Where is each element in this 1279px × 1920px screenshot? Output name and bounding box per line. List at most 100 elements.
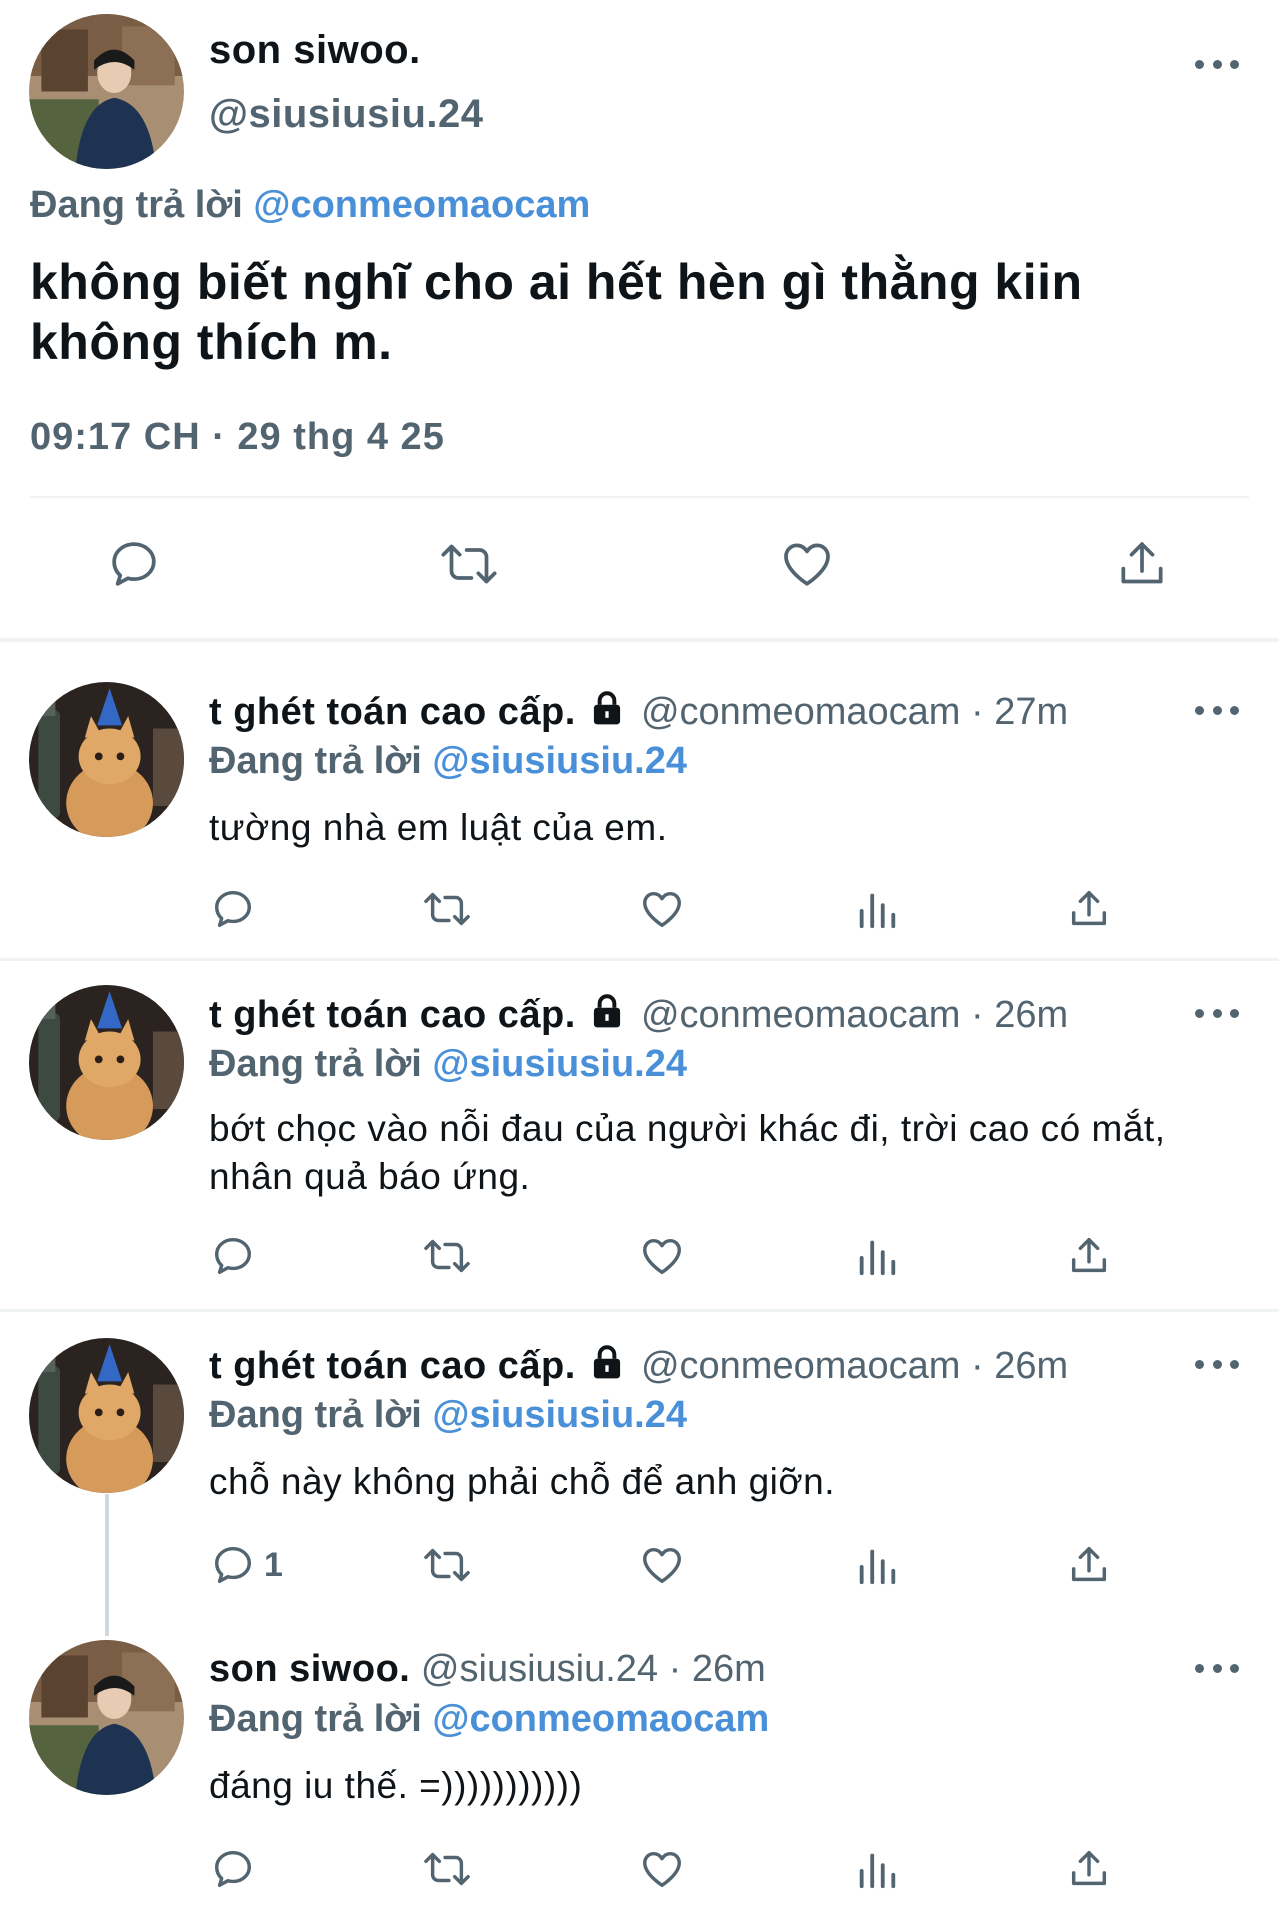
reply-header: t ghét toán cao cấp. @conmeomaocam · 26m: [209, 993, 1068, 1037]
share-button[interactable]: [1066, 1542, 1112, 1588]
views-button[interactable]: [854, 1542, 900, 1588]
retweet-button[interactable]: [436, 536, 502, 592]
more-icon[interactable]: [1195, 1354, 1239, 1374]
reply-actions: [0, 1229, 1279, 1289]
lock-icon: [594, 994, 621, 1028]
reply-actions: [0, 882, 1279, 942]
share-button[interactable]: [1114, 536, 1170, 592]
like-button[interactable]: [778, 536, 836, 592]
lock-icon: [594, 1345, 621, 1379]
author-handle-time[interactable]: @conmeomaocam · 27m: [641, 691, 1068, 733]
avatar[interactable]: [29, 682, 184, 837]
author-name[interactable]: t ghét toán cao cấp.: [209, 994, 576, 1036]
share-button[interactable]: [1066, 1233, 1112, 1279]
reply-text: chỗ này không phải chỗ để anh giỡn.: [209, 1461, 835, 1502]
more-icon[interactable]: [1195, 54, 1239, 74]
replying-to: Đang trả lời @siusiusiu.24: [209, 1394, 687, 1437]
reply-header: t ghét toán cao cấp. @conmeomaocam · 27m: [209, 690, 1068, 734]
replying-prefix: Đang trả lời: [209, 1043, 422, 1085]
retweet-icon: [441, 544, 497, 584]
like-button[interactable]: [638, 1542, 686, 1588]
replying-prefix: Đang trả lời: [209, 1394, 422, 1436]
reply-tweet: t ghét toán cao cấp. @conmeomaocam · 26m…: [0, 1312, 1279, 1642]
retweet-button[interactable]: [420, 1542, 474, 1588]
reply-count: 1: [264, 1545, 283, 1584]
avatar[interactable]: [29, 985, 184, 1140]
retweet-icon: [424, 1548, 470, 1582]
reply-icon: [214, 890, 252, 928]
share-button[interactable]: [1066, 886, 1112, 932]
replying-prefix: Đang trả lời: [209, 1698, 422, 1740]
reply-icon: [214, 1850, 252, 1888]
like-button[interactable]: [638, 886, 686, 932]
replying-mention[interactable]: @siusiusiu.24: [432, 740, 687, 782]
author-handle[interactable]: @siusiusiu.24: [209, 92, 484, 137]
reply-button[interactable]: 1: [210, 1542, 283, 1588]
reply-tweet: t ghét toán cao cấp. @conmeomaocam · 27m…: [0, 642, 1279, 960]
more-icon[interactable]: [1195, 700, 1239, 720]
avatar[interactable]: [29, 1640, 184, 1795]
avatar-image-cat: [29, 1338, 184, 1493]
tweet-text-line: không thích m.: [30, 314, 393, 370]
retweet-icon: [424, 892, 470, 926]
reply-icon: [214, 1546, 252, 1584]
reply-actions: 1: [0, 1538, 1279, 1598]
tweet-actions: [0, 530, 1279, 610]
more-icon[interactable]: [1195, 1003, 1239, 1023]
author-name[interactable]: son siwoo.: [209, 1648, 410, 1690]
retweet-icon: [424, 1852, 470, 1886]
heart-icon: [784, 543, 830, 586]
like-button[interactable]: [638, 1233, 686, 1279]
replying-prefix: Đang trả lời: [30, 184, 243, 226]
heart-icon: [643, 1547, 681, 1584]
reply-icon: [214, 1237, 252, 1275]
views-button[interactable]: [854, 886, 900, 932]
author-handle-time[interactable]: @siusiusiu.24 · 26m: [421, 1648, 766, 1690]
divider: [30, 496, 1249, 498]
avatar[interactable]: [29, 1338, 184, 1493]
reply-button[interactable]: [106, 536, 162, 592]
views-icon: [859, 1853, 896, 1889]
reply-button[interactable]: [210, 1233, 264, 1279]
author-name[interactable]: son siwoo.: [209, 28, 421, 73]
share-icon: [1071, 1237, 1107, 1273]
lock-icon: [594, 691, 621, 725]
share-icon: [1071, 1850, 1107, 1886]
replying-to: Đang trả lời @siusiusiu.24: [209, 740, 687, 783]
reply-button[interactable]: [210, 886, 264, 932]
tweet-timestamp[interactable]: 09:17 CH · 29 thg 4 25: [30, 416, 445, 459]
avatar-image-cat: [29, 985, 184, 1140]
reply-text: bớt chọc vào nỗi đau của người khác đi, …: [209, 1108, 1166, 1197]
main-tweet: son siwoo. @siusiusiu.24 Đang trả lời @c…: [0, 0, 1279, 640]
views-button[interactable]: [854, 1233, 900, 1279]
retweet-button[interactable]: [420, 886, 474, 932]
avatar-image-person: [29, 14, 184, 169]
retweet-button[interactable]: [420, 1233, 474, 1279]
replying-mention[interactable]: @conmeomaocam: [253, 184, 590, 226]
reply-header: t ghét toán cao cấp. @conmeomaocam · 26m: [209, 1344, 1068, 1388]
replying-prefix: Đang trả lời: [209, 740, 422, 782]
heart-icon: [643, 1851, 681, 1888]
replying-mention[interactable]: @siusiusiu.24: [432, 1394, 687, 1436]
author-handle-time[interactable]: @conmeomaocam · 26m: [641, 1345, 1068, 1387]
views-icon: [859, 1549, 896, 1585]
share-button[interactable]: [1066, 1846, 1112, 1892]
heart-icon: [643, 891, 681, 928]
more-icon[interactable]: [1195, 1658, 1239, 1678]
replying-to: Đang trả lời @siusiusiu.24: [209, 1043, 687, 1086]
author-name[interactable]: t ghét toán cao cấp.: [209, 1345, 576, 1387]
avatar-image-cat: [29, 682, 184, 837]
replying-mention[interactable]: @siusiusiu.24: [432, 1043, 687, 1085]
retweet-button[interactable]: [420, 1846, 474, 1892]
views-icon: [859, 1240, 896, 1276]
views-button[interactable]: [854, 1846, 900, 1892]
share-icon: [1071, 1546, 1107, 1582]
reply-button[interactable]: [210, 1846, 264, 1892]
replying-mention[interactable]: @conmeomaocam: [432, 1698, 769, 1740]
replying-to: Đang trả lời @conmeomaocam: [30, 184, 590, 227]
author-handle-time[interactable]: @conmeomaocam · 26m: [641, 994, 1068, 1036]
author-name[interactable]: t ghét toán cao cấp.: [209, 691, 576, 733]
tweet-text-line: không biết nghĩ cho ai hết hèn gì thằng …: [30, 254, 1083, 310]
avatar[interactable]: [29, 14, 184, 169]
like-button[interactable]: [638, 1846, 686, 1892]
